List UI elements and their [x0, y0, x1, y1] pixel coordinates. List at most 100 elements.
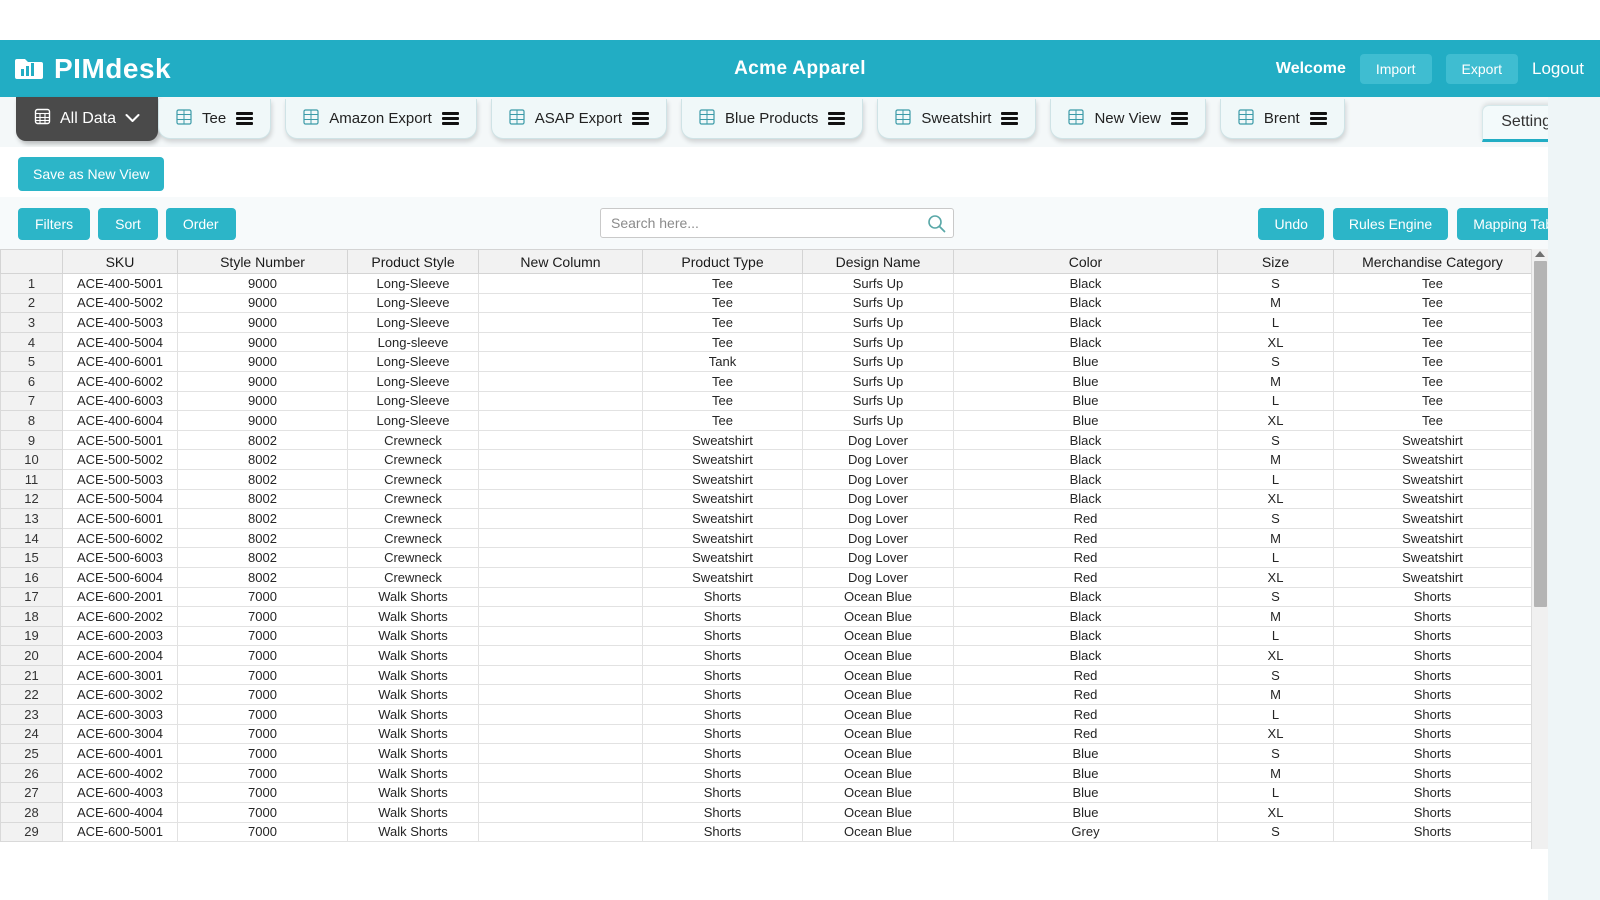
- table-cell[interactable]: 7000: [178, 763, 348, 783]
- table-cell[interactable]: Ocean Blue: [803, 803, 954, 823]
- table-cell[interactable]: 8002: [178, 548, 348, 568]
- column-header[interactable]: Color: [954, 250, 1218, 274]
- table-cell[interactable]: [479, 763, 643, 783]
- table-cell[interactable]: Walk Shorts: [348, 763, 479, 783]
- table-cell[interactable]: Black: [954, 587, 1218, 607]
- table-cell[interactable]: [479, 352, 643, 372]
- view-tab[interactable]: Sweatshirt: [877, 99, 1036, 139]
- table-cell[interactable]: [479, 607, 643, 627]
- table-cell[interactable]: Sweatshirt: [643, 509, 803, 529]
- table-cell[interactable]: S: [1218, 274, 1334, 294]
- table-cell[interactable]: Shorts: [1334, 646, 1532, 666]
- table-cell[interactable]: XL: [1218, 724, 1334, 744]
- row-number[interactable]: 7: [1, 391, 63, 411]
- table-cell[interactable]: Long-Sleeve: [348, 293, 479, 313]
- table-cell[interactable]: ACE-500-5001: [63, 430, 178, 450]
- table-cell[interactable]: Black: [954, 626, 1218, 646]
- table-cell[interactable]: Red: [954, 724, 1218, 744]
- table-cell[interactable]: L: [1218, 391, 1334, 411]
- view-tab[interactable]: Blue Products: [681, 99, 863, 139]
- table-cell[interactable]: Black: [954, 293, 1218, 313]
- table-cell[interactable]: [479, 626, 643, 646]
- table-cell[interactable]: Surfs Up: [803, 411, 954, 431]
- table-cell[interactable]: 8002: [178, 528, 348, 548]
- table-cell[interactable]: XL: [1218, 567, 1334, 587]
- table-cell[interactable]: ACE-500-6002: [63, 528, 178, 548]
- table-cell[interactable]: Sweatshirt: [643, 430, 803, 450]
- table-cell[interactable]: ACE-600-4003: [63, 783, 178, 803]
- table-cell[interactable]: ACE-500-6004: [63, 567, 178, 587]
- table-cell[interactable]: Red: [954, 567, 1218, 587]
- table-cell[interactable]: Long-Sleeve: [348, 411, 479, 431]
- table-row[interactable]: 15ACE-500-60038002CrewneckSweatshirtDog …: [1, 548, 1532, 568]
- table-cell[interactable]: L: [1218, 313, 1334, 333]
- table-row[interactable]: 20ACE-600-20047000Walk ShortsShortsOcean…: [1, 646, 1532, 666]
- row-number[interactable]: 10: [1, 450, 63, 470]
- table-cell[interactable]: Tee: [643, 293, 803, 313]
- table-cell[interactable]: [479, 548, 643, 568]
- table-cell[interactable]: M: [1218, 528, 1334, 548]
- table-cell[interactable]: Long-Sleeve: [348, 352, 479, 372]
- table-cell[interactable]: [479, 371, 643, 391]
- table-cell[interactable]: ACE-400-5002: [63, 293, 178, 313]
- table-cell[interactable]: XL: [1218, 489, 1334, 509]
- table-cell[interactable]: 9000: [178, 391, 348, 411]
- table-cell[interactable]: ACE-600-2003: [63, 626, 178, 646]
- table-cell[interactable]: [479, 685, 643, 705]
- scroll-up-arrow-icon[interactable]: [1535, 251, 1545, 257]
- search-box[interactable]: [600, 208, 954, 238]
- table-row[interactable]: 21ACE-600-30017000Walk ShortsShortsOcean…: [1, 665, 1532, 685]
- row-number[interactable]: 6: [1, 371, 63, 391]
- row-number[interactable]: 11: [1, 469, 63, 489]
- row-number[interactable]: 26: [1, 763, 63, 783]
- table-cell[interactable]: M: [1218, 371, 1334, 391]
- table-cell[interactable]: Shorts: [643, 783, 803, 803]
- table-cell[interactable]: 7000: [178, 705, 348, 725]
- column-header[interactable]: SKU: [63, 250, 178, 274]
- table-cell[interactable]: 7000: [178, 685, 348, 705]
- table-row[interactable]: 18ACE-600-20027000Walk ShortsShortsOcean…: [1, 607, 1532, 627]
- scrollbar-thumb[interactable]: [1534, 261, 1547, 607]
- tab-menu-icon[interactable]: [828, 112, 845, 125]
- table-cell[interactable]: ACE-400-5003: [63, 313, 178, 333]
- table-cell[interactable]: ACE-400-5004: [63, 332, 178, 352]
- table-cell[interactable]: Dog Lover: [803, 450, 954, 470]
- view-tab[interactable]: Brent: [1220, 99, 1345, 139]
- table-row[interactable]: 29ACE-600-50017000Walk ShortsShortsOcean…: [1, 822, 1532, 842]
- table-cell[interactable]: [479, 803, 643, 823]
- table-cell[interactable]: ACE-600-4004: [63, 803, 178, 823]
- logout-link[interactable]: Logout: [1532, 59, 1584, 79]
- table-cell[interactable]: Ocean Blue: [803, 587, 954, 607]
- table-cell[interactable]: Surfs Up: [803, 313, 954, 333]
- table-cell[interactable]: Blue: [954, 744, 1218, 764]
- table-cell[interactable]: Ocean Blue: [803, 705, 954, 725]
- table-cell[interactable]: Dog Lover: [803, 430, 954, 450]
- tab-menu-icon[interactable]: [1310, 112, 1327, 125]
- table-cell[interactable]: [479, 430, 643, 450]
- row-number[interactable]: 2: [1, 293, 63, 313]
- row-number[interactable]: 13: [1, 509, 63, 529]
- table-cell[interactable]: ACE-400-6003: [63, 391, 178, 411]
- table-row[interactable]: 4ACE-400-50049000Long-sleeveTeeSurfs UpB…: [1, 332, 1532, 352]
- table-row[interactable]: 9ACE-500-50018002CrewneckSweatshirtDog L…: [1, 430, 1532, 450]
- table-cell[interactable]: [479, 587, 643, 607]
- table-cell[interactable]: Long-Sleeve: [348, 313, 479, 333]
- table-cell[interactable]: [479, 822, 643, 842]
- view-tab[interactable]: New View: [1050, 99, 1205, 139]
- column-header[interactable]: Size: [1218, 250, 1334, 274]
- table-cell[interactable]: Black: [954, 274, 1218, 294]
- row-number[interactable]: 12: [1, 489, 63, 509]
- table-cell[interactable]: [479, 313, 643, 333]
- table-cell[interactable]: Black: [954, 332, 1218, 352]
- table-cell[interactable]: [479, 567, 643, 587]
- table-cell[interactable]: Blue: [954, 391, 1218, 411]
- table-cell[interactable]: Red: [954, 685, 1218, 705]
- view-tab[interactable]: Amazon Export: [285, 99, 477, 139]
- table-cell[interactable]: 7000: [178, 626, 348, 646]
- table-cell[interactable]: 7000: [178, 783, 348, 803]
- column-header[interactable]: New Column: [479, 250, 643, 274]
- row-number[interactable]: 17: [1, 587, 63, 607]
- row-number[interactable]: 24: [1, 724, 63, 744]
- table-row[interactable]: 16ACE-500-60048002CrewneckSweatshirtDog …: [1, 567, 1532, 587]
- sort-button[interactable]: Sort: [98, 208, 158, 240]
